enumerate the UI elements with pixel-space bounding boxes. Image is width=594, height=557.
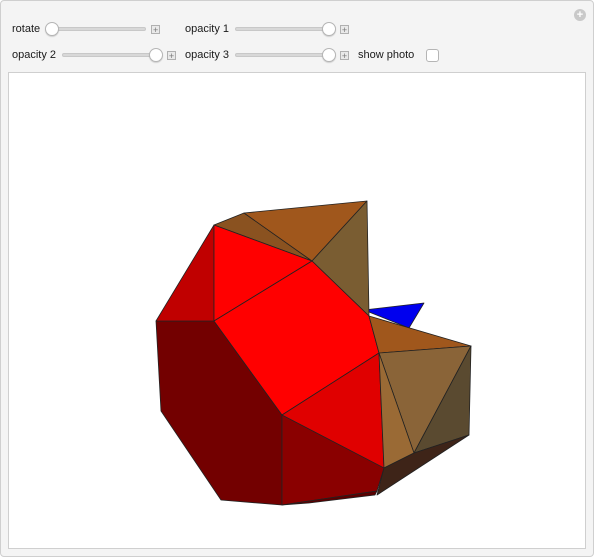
show-photo-label: show photo (358, 49, 415, 61)
rotate-control: rotate + (12, 21, 161, 37)
show-photo-control: show photo (358, 47, 440, 63)
demo-frame: + rotate + opacity 1 + opacity 2 + opaci… (0, 0, 594, 557)
show-photo-checkbox[interactable] (426, 48, 440, 62)
rotate-slider-thumb[interactable] (45, 22, 60, 36)
polyhedron-graphic[interactable] (9, 73, 587, 550)
opacity2-slider[interactable] (62, 48, 164, 62)
opacity3-slider-thumb[interactable] (322, 48, 337, 62)
opacity1-slider[interactable] (235, 22, 337, 36)
opacity2-label: opacity 2 (12, 49, 57, 61)
opacity1-label: opacity 1 (185, 23, 230, 35)
opacity3-slider[interactable] (235, 48, 337, 62)
opacity2-control: opacity 2 + (12, 47, 177, 63)
rotate-slider[interactable] (45, 22, 147, 36)
red-face (155, 224, 215, 322)
graphics-canvas[interactable] (8, 72, 586, 549)
opacity1-slider-thumb[interactable] (322, 22, 337, 36)
opacity1-control: opacity 1 + (185, 21, 350, 37)
rotate-expand-icon[interactable]: + (151, 24, 161, 34)
add-icon[interactable]: + (574, 9, 586, 21)
opacity3-expand-icon[interactable]: + (340, 50, 350, 60)
opacity2-slider-thumb[interactable] (149, 48, 164, 62)
rotate-label: rotate (12, 23, 41, 35)
opacity3-label: opacity 3 (185, 49, 230, 61)
opacity1-expand-icon[interactable]: + (340, 24, 350, 34)
opacity3-control: opacity 3 + (185, 47, 350, 63)
opacity2-expand-icon[interactable]: + (167, 50, 177, 60)
